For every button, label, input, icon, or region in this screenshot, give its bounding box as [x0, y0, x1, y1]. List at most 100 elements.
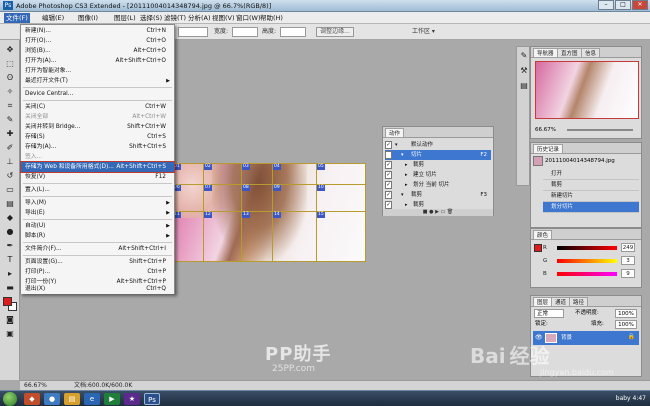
lasso-tool-icon[interactable]: ʘ	[3, 72, 17, 84]
menu-select[interactable]: 选择(S)	[138, 13, 164, 23]
menu-item-recent-files[interactable]: 最近打开文件(T) ▶	[21, 76, 174, 86]
menu-item-open[interactable]: 打开(O)... Ctrl+O	[21, 36, 174, 46]
new-set-icon[interactable]: ▭	[441, 209, 446, 215]
action-checkbox[interactable]: ✓	[385, 201, 392, 209]
blend-mode-select[interactable]: 正常	[534, 309, 564, 318]
menu-item-file-info[interactable]: 文件简介(F)... Alt+Shift+Ctrl+I	[21, 244, 174, 254]
layer-name[interactable]: 背景	[561, 333, 572, 343]
menu-item-browse[interactable]: 浏览(B)... Alt+Ctrl+O	[21, 46, 174, 56]
expand-triangle-icon[interactable]: ▾	[395, 140, 398, 150]
shape-tool-icon[interactable]: ▬	[3, 282, 17, 294]
width-input[interactable]	[232, 27, 258, 37]
tab-color[interactable]: 颜色	[533, 230, 553, 240]
action-checkbox[interactable]: ✓	[385, 151, 392, 159]
path-select-icon[interactable]: ▸	[3, 268, 17, 280]
action-row[interactable]: ✓ ▾ 裁剪 F3	[385, 190, 491, 200]
action-set-row[interactable]: ✓ ▾ 默认动作	[385, 140, 491, 150]
healing-brush-icon[interactable]: ✚	[3, 128, 17, 140]
history-step-new-slice[interactable]: 新建切片	[543, 191, 639, 202]
stamp-tool-icon[interactable]: ⊥	[3, 156, 17, 168]
menu-file[interactable]: 文件(F)	[4, 13, 30, 23]
dodge-tool-icon[interactable]: ●	[3, 226, 17, 238]
pen-tool-icon[interactable]: ✒	[3, 240, 17, 252]
menu-item-check-in[interactable]: 签入...	[21, 152, 174, 162]
color-slider-b[interactable]: B9	[543, 268, 639, 280]
trash-icon[interactable]: 🗑	[447, 209, 453, 215]
slider-track[interactable]	[557, 272, 617, 276]
menu-item-revert[interactable]: 恢复(V) F12	[21, 172, 174, 182]
navigator-zoom-slider[interactable]	[567, 129, 633, 131]
move-tool-icon[interactable]: ✥	[3, 44, 17, 56]
menu-item-device-central[interactable]: Device Central...	[21, 89, 174, 99]
slice-box[interactable]	[272, 211, 317, 262]
action-step-row[interactable]: ✓ ▸ 裁剪	[385, 160, 491, 170]
menu-image[interactable]: 图像(I)	[76, 13, 100, 23]
taskbar-app-icon[interactable]: ●	[44, 393, 60, 405]
style-select[interactable]	[178, 27, 208, 37]
history-brush-icon[interactable]: ↺	[3, 170, 17, 182]
menu-layer[interactable]: 图层(L)	[112, 13, 138, 23]
expand-triangle-icon[interactable]: ▾	[401, 150, 404, 160]
menu-item-open-smart-object[interactable]: 打开为智能对象...	[21, 66, 174, 76]
layer-comps-icon[interactable]: ▤	[517, 80, 531, 92]
tab-layers[interactable]: 图层	[533, 297, 553, 307]
menu-item-export[interactable]: 导出(E) ▶	[21, 208, 174, 218]
slider-track[interactable]	[557, 246, 617, 250]
taskbar-browser-icon[interactable]: e	[84, 393, 100, 405]
height-input[interactable]	[280, 27, 306, 37]
taskbar-photoshop-icon[interactable]: Ps	[144, 393, 160, 405]
menu-view[interactable]: 视图(V)	[210, 13, 237, 23]
taskbar-app-icon[interactable]: ★	[124, 393, 140, 405]
tab-navigator[interactable]: 导航器	[533, 48, 558, 58]
gradient-tool-icon[interactable]: ▤	[3, 198, 17, 210]
menu-item-print[interactable]: 打印(P)... Ctrl+P	[21, 267, 174, 277]
menu-item-save[interactable]: 存储(S) Ctrl+S	[21, 132, 174, 142]
action-row-selected[interactable]: ✓ ▾ 切片 F2	[385, 150, 491, 160]
record-icon[interactable]: ●	[429, 209, 433, 215]
blur-tool-icon[interactable]: ◆	[3, 212, 17, 224]
start-button[interactable]	[3, 392, 17, 406]
magic-wand-icon[interactable]: ✧	[3, 86, 17, 98]
foreground-color-swatch[interactable]	[3, 297, 12, 306]
action-step-row[interactable]: ✓ ▸ 建立 切片	[385, 170, 491, 180]
collapse-triangle-icon[interactable]: ▸	[405, 180, 408, 190]
tab-info[interactable]: 信息	[581, 48, 601, 58]
menu-item-save-for-web[interactable]: 存储为 Web 和设备所用格式(D)... Alt+Shift+Ctrl+S	[20, 161, 175, 173]
slice-box[interactable]	[316, 211, 366, 262]
action-step-row[interactable]: ✓ ▸ 划分 当前 切片	[385, 180, 491, 190]
action-checkbox[interactable]: ✓	[385, 161, 392, 169]
brush-tool-icon[interactable]: ✐	[3, 142, 17, 154]
menu-item-scripts[interactable]: 脚本(R) ▶	[21, 231, 174, 241]
history-step-open[interactable]: 打开	[543, 169, 639, 180]
slider-track[interactable]	[557, 259, 617, 263]
tab-histogram[interactable]: 直方图	[557, 48, 582, 58]
fill-input[interactable]: 100%	[615, 320, 637, 329]
menu-item-page-setup[interactable]: 页面设置(G)... Shift+Ctrl+P	[21, 257, 174, 267]
color-slider-g[interactable]: G3	[543, 255, 639, 267]
menu-item-new[interactable]: 新建(N)... Ctrl+N	[21, 26, 174, 36]
adjust-edge-button[interactable]: 调整边缘...	[316, 27, 354, 37]
history-step-divide-slice[interactable]: 划分切片	[543, 202, 639, 213]
taskbar-media-icon[interactable]: ▶	[104, 393, 120, 405]
menu-item-place[interactable]: 置入(L)...	[21, 185, 174, 195]
channel-value[interactable]: 3	[621, 256, 635, 265]
menu-filter[interactable]: 滤镜(T)	[162, 13, 188, 23]
taskbar-app-icon[interactable]: ◆	[24, 393, 40, 405]
menu-item-open-as[interactable]: 打开为(A)... Alt+Shift+Ctrl+O	[21, 56, 174, 66]
expand-triangle-icon[interactable]: ▾	[401, 190, 404, 200]
navigator-thumbnail[interactable]	[535, 61, 639, 119]
menu-item-automate[interactable]: 自动(U) ▶	[21, 221, 174, 231]
menu-item-close-go-bridge[interactable]: 关闭并转到 Bridge... Shift+Ctrl+W	[21, 122, 174, 132]
eraser-tool-icon[interactable]: ▭	[3, 184, 17, 196]
screen-mode-icon[interactable]: ▣	[3, 328, 17, 340]
action-checkbox[interactable]: ✓	[385, 141, 392, 149]
close-button[interactable]: ✕	[632, 0, 648, 10]
history-step-crop[interactable]: 裁剪	[543, 180, 639, 191]
tab-history[interactable]: 历史记录	[533, 144, 564, 154]
menu-help[interactable]: 帮助(H)	[258, 13, 285, 23]
quick-mask-icon[interactable]: ◙	[3, 314, 17, 326]
slice-box[interactable]	[203, 211, 242, 262]
minimize-button[interactable]: –	[598, 0, 614, 10]
tool-presets-icon[interactable]: ⚒	[517, 65, 531, 77]
crop-tool-icon[interactable]: ⌗	[3, 100, 17, 112]
